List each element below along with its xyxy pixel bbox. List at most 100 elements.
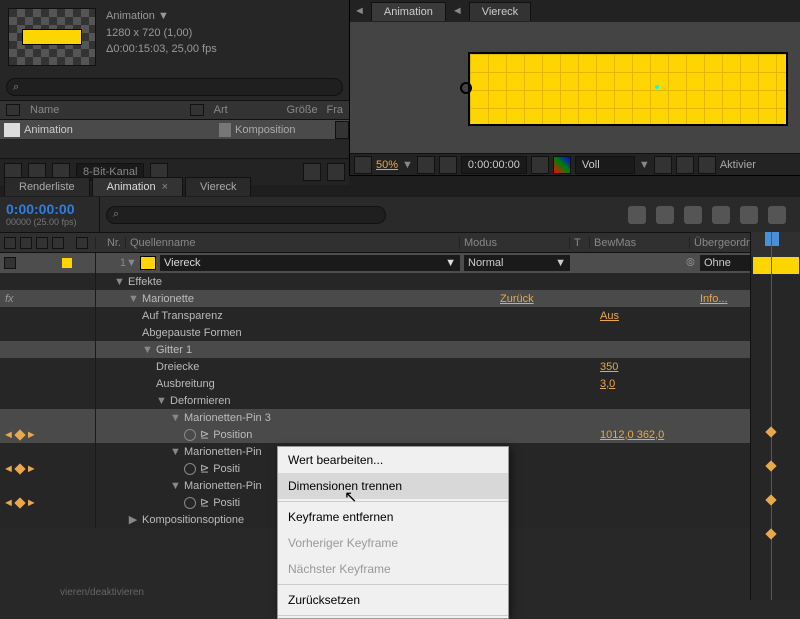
col-nr[interactable]: Nr.: [96, 237, 126, 249]
tab-viereck[interactable]: Viereck: [185, 177, 251, 196]
col-t[interactable]: T: [570, 237, 590, 249]
comp-dimensions: 1280 x 720 (1,00): [106, 25, 217, 42]
keyframe-marker[interactable]: [765, 494, 776, 505]
prop-mesh[interactable]: ▼Gitter 1: [0, 341, 800, 358]
col-fra[interactable]: Fra: [321, 104, 350, 116]
viewer-tab-viereck[interactable]: Viereck: [469, 2, 531, 21]
puppet-pin-selected-icon[interactable]: [650, 80, 662, 92]
keyframe-icon[interactable]: [14, 497, 25, 508]
composition-viewport[interactable]: [350, 22, 800, 153]
viewer-timecode[interactable]: 0:00:00:00: [461, 156, 527, 174]
quality-dropdown[interactable]: Voll: [575, 156, 635, 174]
project-columns-header: Name Art Größe Fra: [0, 100, 349, 120]
tab-renderliste[interactable]: Renderliste: [4, 177, 90, 196]
keyframe-icon[interactable]: [14, 429, 25, 440]
tl-option5-icon[interactable]: [740, 206, 758, 224]
ctx-prev-keyframe: Vorheriger Keyframe: [278, 530, 508, 556]
layer-viereck-shape[interactable]: [468, 52, 788, 126]
keyframe-marker[interactable]: [765, 460, 776, 471]
prop-expansion[interactable]: Ausbreitung3,0: [0, 375, 800, 392]
twirl-icon[interactable]: ▼: [126, 257, 136, 269]
prop-effects[interactable]: ▼Effekte: [0, 273, 800, 290]
timeline-header: 0:00:00:00 00000 (25.00 fps) ⌕: [0, 197, 800, 233]
viewer-3d-icon[interactable]: [698, 156, 716, 174]
prop-puppet[interactable]: fx▼MarionetteZurückInfo...: [0, 290, 800, 307]
search-toggle-icon[interactable]: [303, 163, 321, 181]
col-size[interactable]: Größe: [281, 104, 321, 116]
zoom-dropdown[interactable]: 50%: [376, 159, 398, 171]
prop-transparency[interactable]: Auf TransparenzAus: [0, 307, 800, 324]
solo-icon[interactable]: [36, 237, 48, 249]
project-item-type: Komposition: [235, 124, 335, 136]
stopwatch-icon[interactable]: [184, 497, 196, 509]
col-type[interactable]: Art: [208, 104, 234, 116]
layer-number: 1: [96, 257, 126, 269]
current-timecode[interactable]: 0:00:00:00: [6, 201, 93, 217]
col-source[interactable]: Quellenname: [126, 237, 460, 249]
viewer-extra2-icon[interactable]: [676, 156, 694, 174]
col-name[interactable]: Name: [24, 104, 65, 116]
tl-option4-icon[interactable]: [712, 206, 730, 224]
label-col-icon[interactable]: [76, 237, 88, 249]
stopwatch-icon[interactable]: [184, 463, 196, 475]
viewer-res-icon[interactable]: [417, 156, 435, 174]
project-item-animation[interactable]: Animation Komposition: [0, 120, 349, 140]
flowchart-icon[interactable]: [327, 163, 345, 181]
blend-mode-dropdown[interactable]: Normal▼: [464, 255, 570, 271]
eye-icon[interactable]: [4, 237, 16, 249]
puppet-pin-icon[interactable]: [460, 82, 472, 94]
col-mode[interactable]: Modus: [460, 237, 570, 249]
stopwatch-icon[interactable]: [184, 429, 196, 441]
keyframe-icon[interactable]: [14, 463, 25, 474]
keyframe-marker[interactable]: [765, 528, 776, 539]
prop-pin3-position[interactable]: ◄►⊵Position1012,0 362,0: [0, 426, 800, 443]
tl-option3-icon[interactable]: [684, 206, 702, 224]
tl-option6-icon[interactable]: [768, 206, 786, 224]
ctx-next-keyframe: Nächster Keyframe: [278, 556, 508, 582]
context-menu: Wert bearbeiten... Dimensionen trennen K…: [277, 446, 509, 619]
snapshot-icon[interactable]: [531, 156, 549, 174]
layer-color-swatch[interactable]: [62, 258, 72, 268]
cti-icon[interactable]: [765, 232, 779, 246]
ctx-reset[interactable]: Zurücksetzen: [278, 587, 508, 613]
activate-label: Aktivier: [720, 159, 756, 171]
timeline-search-input[interactable]: ⌕: [106, 206, 386, 224]
ctx-separate-dimensions[interactable]: Dimensionen trennen: [278, 473, 508, 499]
tl-option1-icon[interactable]: [628, 206, 646, 224]
search-icon: ⌕: [113, 208, 119, 221]
prop-paused-shapes[interactable]: Abgepauste Formen: [0, 324, 800, 341]
timeline-track-area[interactable]: [750, 232, 800, 600]
close-icon[interactable]: ×: [162, 181, 168, 193]
layer-bar[interactable]: [753, 257, 799, 274]
composition-icon: [4, 123, 20, 137]
label-icon: [6, 104, 20, 116]
composition-viewer-panel: ◄ Animation ◄ Viereck 50% ▼ 0:00:00:00 V…: [350, 0, 800, 175]
keyframe-marker[interactable]: [765, 426, 776, 437]
reset-link[interactable]: Zurück: [500, 293, 700, 305]
viewer-grid-icon[interactable]: [354, 156, 372, 174]
prop-pin3[interactable]: ▼Marionetten-Pin 3: [0, 409, 800, 426]
layer-row-viereck[interactable]: 1 ▼ Viereck▼ Normal▼ ⦾ Ohne▼: [0, 253, 800, 273]
viewer-extra1-icon[interactable]: [654, 156, 672, 174]
viewer-roi-icon[interactable]: [439, 156, 457, 174]
ctx-edit-value[interactable]: Wert bearbeiten...: [278, 447, 508, 473]
project-panel: Animation ▼ 1280 x 720 (1,00) Δ0:00:15:0…: [0, 0, 350, 175]
layer-name-dropdown[interactable]: Viereck▼: [160, 255, 460, 271]
composition-thumbnail[interactable]: [8, 8, 96, 66]
tl-option2-icon[interactable]: [656, 206, 674, 224]
cursor-icon: ↖: [344, 487, 357, 507]
viewer-tab-animation[interactable]: Animation: [371, 2, 446, 21]
lock-icon[interactable]: [52, 237, 64, 249]
ctx-remove-keyframe[interactable]: Keyframe entfernen: [278, 504, 508, 530]
col-bewmas[interactable]: BewMas: [590, 237, 690, 249]
project-item-name: Animation: [24, 124, 189, 136]
tab-animation[interactable]: Animation×: [92, 177, 183, 196]
fx-icon[interactable]: fx: [3, 293, 21, 305]
channel-icon[interactable]: [553, 156, 571, 174]
row-menu-icon[interactable]: [335, 121, 349, 139]
prop-deform[interactable]: ▼Deformieren: [0, 392, 800, 409]
speaker-icon[interactable]: [20, 237, 32, 249]
project-search-input[interactable]: ⌕: [6, 78, 343, 96]
prop-triangles[interactable]: Dreiecke350: [0, 358, 800, 375]
visibility-toggle[interactable]: [4, 257, 16, 269]
